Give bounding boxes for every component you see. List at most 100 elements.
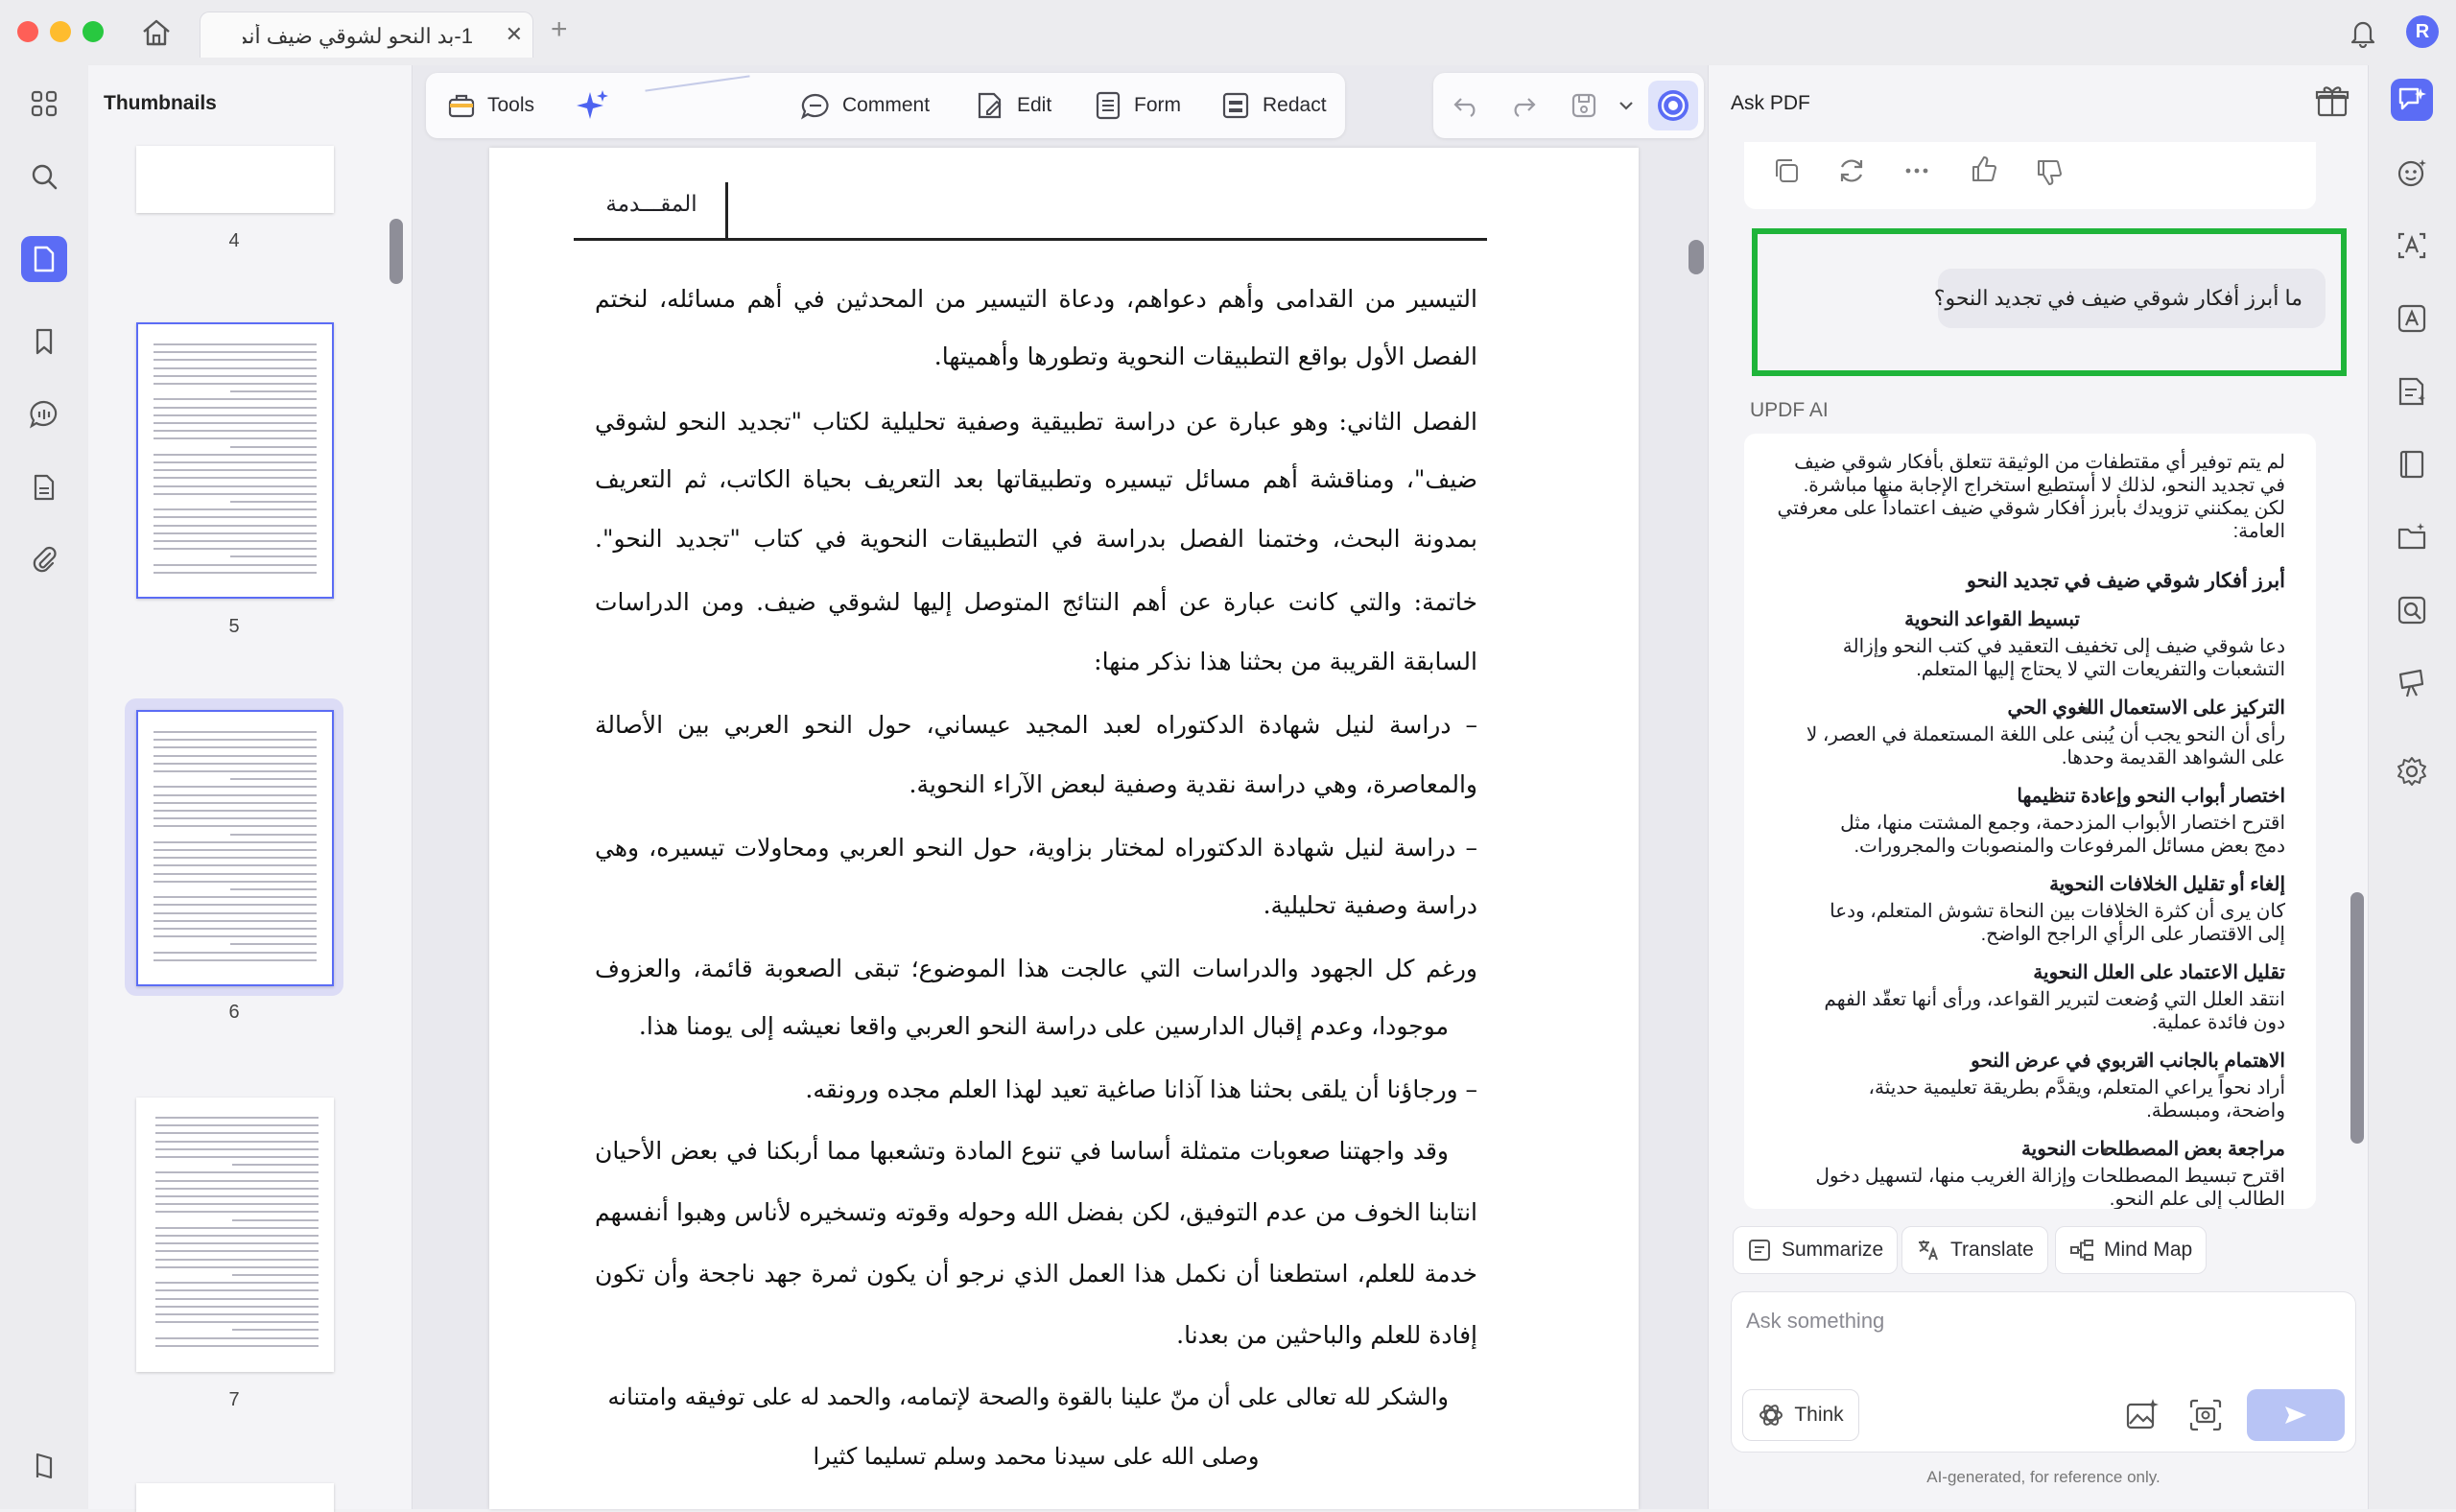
settings-icon[interactable]	[2391, 750, 2433, 792]
thumbnail-page-number: 5	[228, 616, 240, 637]
summarize-chip[interactable]: Summarize	[1733, 1226, 1899, 1274]
search-icon[interactable]	[25, 157, 63, 196]
tab-title: 1-بد النحو لشوقي ضيف أنموذجا	[243, 24, 473, 48]
home-icon[interactable]	[140, 17, 173, 48]
gift-icon[interactable]	[2314, 83, 2350, 119]
thumbnail-text-line	[154, 430, 317, 433]
thumbs-down-icon[interactable]	[2034, 157, 2065, 188]
scan-search-icon[interactable]	[2391, 589, 2433, 631]
presentation-icon[interactable]	[2391, 662, 2433, 704]
header-divider	[725, 182, 728, 240]
thumbnail-text-line	[154, 928, 317, 930]
thumbnail-text-line	[155, 1156, 319, 1158]
thumbnail-page-6[interactable]	[136, 710, 334, 986]
think-button[interactable]: Think	[1742, 1389, 1859, 1441]
screenshot-icon[interactable]	[2187, 1397, 2224, 1433]
ai-point-line: التشعبات والتفريعات التي لا يحتاج إليها …	[1916, 659, 2285, 680]
thumbnail-text-line	[155, 1117, 319, 1119]
form-button[interactable]: Form	[1094, 73, 1181, 138]
image-upload-icon[interactable]	[2124, 1397, 2161, 1433]
zoom-window-button[interactable]	[83, 21, 104, 42]
save-options-dropdown[interactable]	[1618, 73, 1635, 138]
mind-map-chip[interactable]: Mind Map	[2055, 1226, 2208, 1274]
thumbnail-text-line	[230, 501, 317, 503]
thumbs-up-icon[interactable]	[1969, 154, 1999, 184]
comment-icon[interactable]	[25, 395, 63, 434]
ai-disclaimer: AI-generated, for reference only.	[1926, 1468, 2161, 1486]
thumbnails-scrollbar[interactable]	[390, 219, 403, 284]
ai-point-line: اقترح تبسيط المصطلحات وإزالة الغريب منها…	[1815, 1166, 2285, 1187]
ai-assistant-icon[interactable]	[2391, 79, 2433, 121]
ai-intro-line: لم يتم توفير أي مقتطفات من الوثيقة تتعلق…	[1794, 452, 2285, 473]
send-button[interactable]	[2247, 1389, 2345, 1441]
doc-line: – دراسة لنيل شهادة الدكتوراه لعبد المجيد…	[595, 711, 1477, 739]
ask-input-placeholder[interactable]: Ask something	[1746, 1309, 1884, 1334]
save-button[interactable]	[1570, 73, 1598, 138]
bell-icon[interactable]	[2349, 17, 2377, 48]
ai-point-title: مراجعة بعض المصطلحات النحوية	[2020, 1139, 2285, 1160]
ai-intro-line: لكن يمكنني تزويدك بأبرز أفكار شوقي ضيف ا…	[1777, 498, 2285, 519]
ai-sparkle-button[interactable]	[576, 73, 610, 138]
thumbnail-text-line	[155, 1242, 319, 1245]
grid-icon[interactable]	[25, 84, 63, 123]
attachment-doc-icon[interactable]	[25, 468, 63, 507]
translate-text-icon[interactable]	[2391, 297, 2433, 340]
paperclip-icon[interactable]	[25, 541, 63, 579]
thumbnail-text-line	[154, 904, 317, 907]
doc-line: السابقة القريبة من بحثنا هذا نذكر منها:	[1094, 648, 1477, 675]
send-icon	[2282, 1404, 2309, 1427]
regenerate-icon[interactable]	[1836, 155, 1867, 186]
thumbnail-text-line	[154, 398, 317, 401]
thumbnail-page-4[interactable]	[136, 146, 334, 213]
thumbnail-text-line	[155, 1140, 319, 1143]
previous-response-actions	[1744, 142, 2316, 209]
copy-icon[interactable]	[1771, 155, 1802, 186]
redact-button[interactable]: Redact	[1220, 73, 1327, 138]
thumbnail-text-line	[154, 762, 317, 765]
redo-button[interactable]	[1508, 73, 1537, 138]
thumbnail-text-line	[154, 810, 317, 812]
think-icon	[1758, 1402, 1784, 1429]
ocr-icon[interactable]	[2391, 224, 2433, 267]
edit-button[interactable]: Edit	[975, 73, 1051, 138]
thumbnail-text-line	[154, 477, 317, 480]
pages-icon[interactable]	[21, 236, 67, 282]
undo-button[interactable]	[1452, 73, 1481, 138]
bookmark-icon[interactable]	[25, 322, 63, 361]
ai-point-line: على الشواهد القديمة وحدها.	[2061, 747, 2285, 768]
thumbnail-text-line	[154, 840, 317, 843]
translate-chip[interactable]: Translate	[1901, 1226, 2048, 1274]
thumbnail-page-8[interactable]	[136, 1483, 334, 1512]
doc-line: والمعاصرة، وهي دراسة نقدية وصفية لبعض ال…	[909, 770, 1477, 798]
thumbnail-text-line	[230, 943, 317, 946]
close-window-button[interactable]	[17, 21, 38, 42]
ai-point-line: رأى أن النحو يجب أن يُبنى على اللغة المس…	[1806, 724, 2285, 745]
comment-button[interactable]: Comment	[800, 73, 930, 138]
close-tab-icon[interactable]: ✕	[506, 22, 523, 47]
thumbnail-page-7[interactable]	[136, 1098, 334, 1372]
thumbnail-text-line	[154, 359, 317, 362]
minimize-window-button[interactable]	[50, 21, 71, 42]
thumbnail-page-5[interactable]	[136, 322, 334, 599]
book-icon[interactable]	[2391, 443, 2433, 485]
document-scrollbar[interactable]	[1688, 240, 1704, 274]
folder-plus-icon[interactable]	[2391, 516, 2433, 558]
ai-assistant-toggle[interactable]	[1648, 81, 1698, 130]
tools-button[interactable]: Tools	[447, 73, 534, 138]
chat-scrollbar[interactable]	[2350, 892, 2364, 1144]
thumbnail-page-number: 7	[228, 1389, 240, 1410]
avatar[interactable]: R	[2406, 15, 2439, 48]
thumbnail-text-line	[154, 911, 317, 914]
more-options-icon[interactable]	[1901, 155, 1932, 186]
layers-icon[interactable]	[25, 1447, 63, 1485]
document-tab[interactable]: 1-بد النحو لشوقي ضيف أنموذجا ✕	[200, 12, 533, 58]
ai-summary-icon[interactable]	[2391, 370, 2433, 413]
thumbnail-text-line	[155, 1179, 319, 1182]
new-tab-button[interactable]: +	[551, 13, 568, 46]
ai-point-title: الاهتمام بالجانب التربوي في عرض النحو	[1971, 1051, 2285, 1072]
doc-line: وصلى الله على سيدنا محمد وسلم تسليما كثي…	[813, 1443, 1260, 1470]
thumbnail-text-line	[154, 919, 317, 922]
chatbot-icon[interactable]	[2391, 152, 2433, 194]
thumbnail-text-line	[232, 1329, 319, 1332]
thumbnail-text-line	[154, 731, 317, 733]
